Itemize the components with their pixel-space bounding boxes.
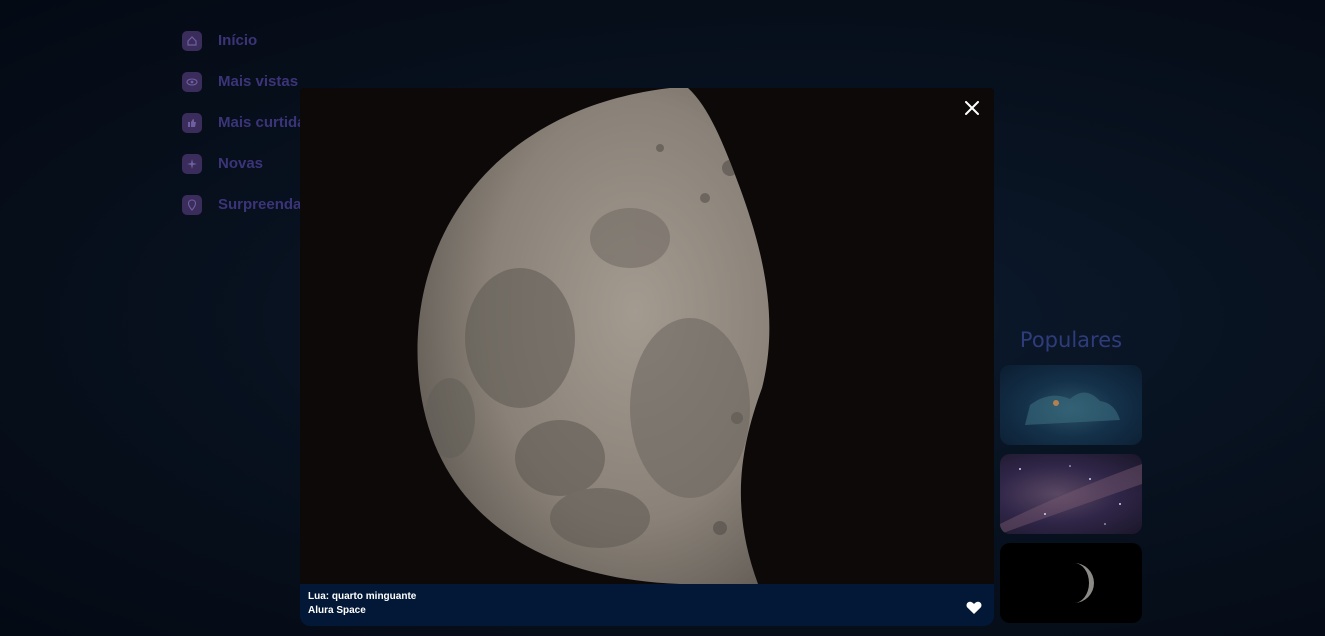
photo-author: Alura Space	[308, 605, 366, 616]
heart-icon	[966, 601, 982, 614]
sidebar-item-inicio[interactable]: Início	[182, 20, 328, 61]
sidebar-item-label: Mais vistas	[218, 73, 299, 90]
popular-photo-thumbnail[interactable]	[1000, 454, 1142, 534]
sparkle-icon	[182, 153, 202, 174]
thumbs-up-icon	[182, 112, 202, 133]
photo-caption: Lua: quarto minguante Alura Space	[300, 584, 994, 626]
close-icon	[965, 101, 979, 115]
popular-title: Populares	[1019, 328, 1123, 352]
popular-section: Populares	[1000, 328, 1142, 632]
sidebar-item-label: Início	[218, 32, 258, 49]
eye-icon	[182, 71, 202, 92]
popular-photo-thumbnail[interactable]	[1000, 365, 1142, 445]
favorite-button[interactable]	[966, 601, 982, 615]
photo-modal: Lua: quarto minguante Alura Space	[300, 88, 994, 626]
photo-title: Lua: quarto minguante	[308, 591, 417, 602]
home-icon	[182, 30, 202, 51]
popular-photo-thumbnail[interactable]	[1000, 543, 1142, 623]
close-button[interactable]	[960, 96, 984, 120]
location-pin-icon	[182, 194, 202, 215]
sidebar-item-label: Novas	[218, 155, 264, 172]
moon-photo	[300, 88, 994, 584]
